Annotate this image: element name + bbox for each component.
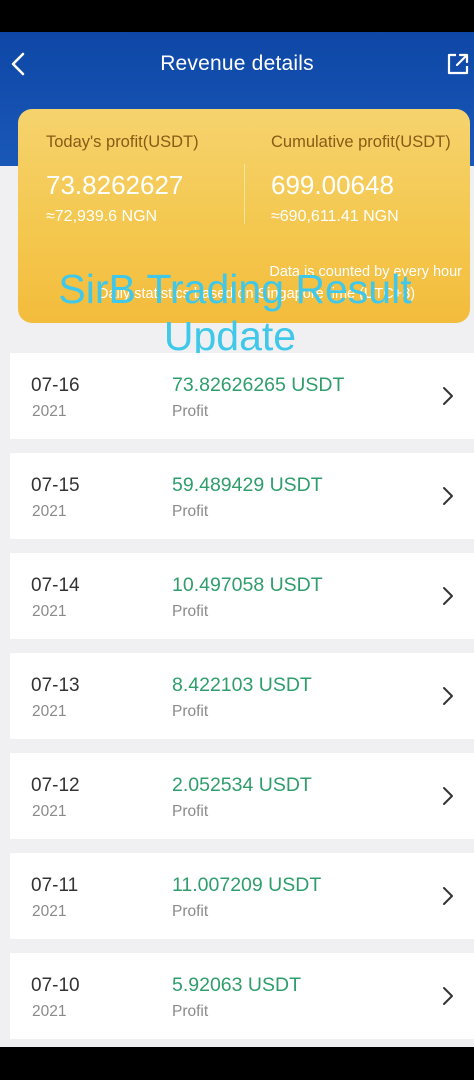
record-amount: 5.92063 USDT (172, 974, 301, 996)
record-row[interactable]: 07-11 2021 11.007209 USDT Profit (10, 853, 474, 939)
record-type: Profit (172, 803, 209, 820)
record-date: 07-12 (31, 775, 80, 796)
record-year: 2021 (32, 903, 67, 920)
external-link-icon (447, 53, 469, 75)
share-button[interactable] (444, 50, 472, 78)
record-type: Profit (172, 603, 209, 620)
page-title: Revenue details (160, 52, 314, 75)
chevron-right-icon (443, 687, 453, 705)
record-type: Profit (172, 1003, 209, 1020)
record-amount: 11.007209 USDT (172, 874, 322, 896)
record-date: 07-11 (31, 875, 79, 896)
record-row[interactable]: 07-10 2021 5.92063 USDT Profit (10, 953, 474, 1039)
record-row[interactable]: 07-15 2021 59.489429 USDT Profit (10, 453, 474, 539)
chevron-right-icon (443, 587, 453, 605)
record-type: Profit (172, 903, 209, 920)
todays-profit-block: Today's profit(USDT) 73.8262627 ≈72,939.… (46, 133, 199, 226)
revenue-record-list: 07-16 2021 73.82626265 USDT Profit 07-15… (10, 353, 474, 1053)
todays-profit-ngn: ≈72,939.6 NGN (46, 208, 158, 225)
timezone-note: Daily statistics based on Singapore time… (98, 286, 416, 302)
record-amount: 73.82626265 USDT (172, 374, 345, 396)
record-type: Profit (172, 403, 209, 420)
record-year: 2021 (32, 1003, 67, 1020)
data-count-note: Data is counted by every hour (269, 264, 462, 280)
chevron-right-icon (443, 787, 453, 805)
record-row[interactable]: 07-13 2021 8.422103 USDT Profit (10, 653, 474, 739)
record-year: 2021 (32, 503, 67, 520)
record-date: 07-15 (31, 475, 80, 496)
todays-profit-label: Today's profit(USDT) (46, 133, 199, 151)
chevron-right-icon (443, 887, 453, 905)
record-type: Profit (172, 703, 209, 720)
record-date: 07-10 (31, 975, 80, 996)
cumulative-profit-block: Cumulative profit(USDT) 699.00648 ≈690,6… (271, 133, 451, 226)
record-row[interactable]: 07-14 2021 10.497058 USDT Profit (10, 553, 474, 639)
record-row[interactable]: 07-16 2021 73.82626265 USDT Profit (10, 353, 474, 439)
chevron-right-icon (443, 387, 453, 405)
record-year: 2021 (32, 603, 67, 620)
record-amount: 59.489429 USDT (172, 474, 323, 496)
record-year: 2021 (32, 403, 67, 420)
record-row[interactable]: 07-12 2021 2.052534 USDT Profit (10, 753, 474, 839)
record-year: 2021 (32, 703, 67, 720)
chevron-right-icon (443, 987, 453, 1005)
cumulative-profit-ngn: ≈690,611.41 NGN (271, 208, 399, 225)
cumulative-profit-label: Cumulative profit(USDT) (271, 133, 451, 151)
record-year: 2021 (32, 803, 67, 820)
record-amount: 8.422103 USDT (172, 674, 312, 696)
profit-summary-card: Today's profit(USDT) 73.8262627 ≈72,939.… (18, 109, 470, 323)
record-date: 07-14 (31, 575, 80, 596)
record-date: 07-16 (31, 375, 80, 396)
record-date: 07-13 (31, 675, 80, 696)
cumulative-profit-value: 699.00648 (271, 170, 394, 200)
todays-profit-value: 73.8262627 (46, 170, 184, 200)
record-type: Profit (172, 503, 209, 520)
status-bar (0, 0, 474, 32)
card-divider (244, 164, 245, 224)
navigation-bar (0, 1047, 474, 1080)
record-amount: 2.052534 USDT (172, 774, 312, 796)
chevron-right-icon (443, 487, 453, 505)
record-amount: 10.497058 USDT (172, 574, 323, 596)
